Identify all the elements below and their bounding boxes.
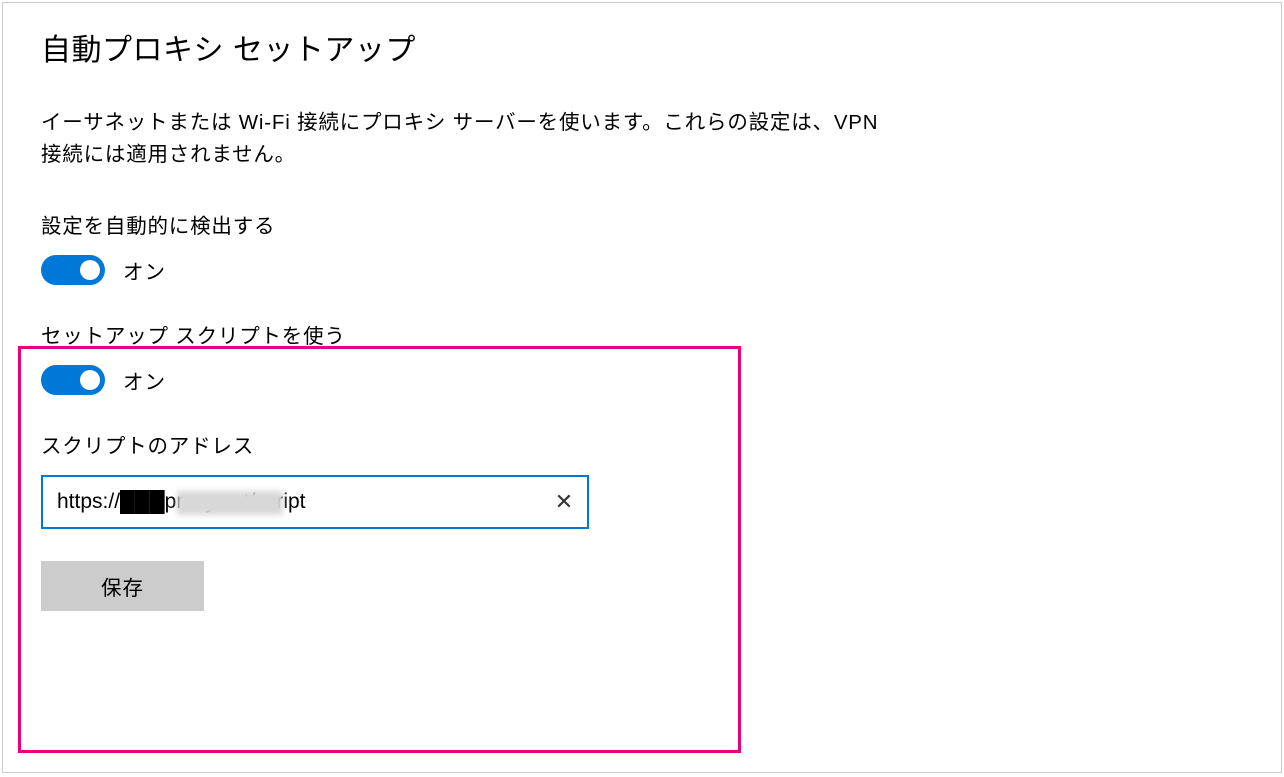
auto-detect-toggle[interactable]	[41, 255, 105, 285]
script-address-input-wrapper: ✕	[41, 475, 589, 529]
auto-detect-label: 設定を自動的に検出する	[41, 209, 1243, 239]
page-description: イーサネットまたは Wi-Fi 接続にプロキシ サーバーを使います。これらの設定…	[41, 107, 891, 171]
page-title: 自動プロキシ セットアップ	[41, 25, 1243, 69]
close-icon: ✕	[555, 489, 573, 515]
clear-input-button[interactable]: ✕	[541, 477, 587, 527]
use-script-state: オン	[123, 365, 166, 395]
script-address-label: スクリプトのアドレス	[41, 429, 1243, 459]
script-address-input[interactable]	[43, 477, 541, 527]
use-script-toggle[interactable]	[41, 365, 105, 395]
use-script-label: セットアップ スクリプトを使う	[41, 319, 1243, 349]
toggle-knob-icon	[80, 370, 100, 390]
use-script-section: セットアップ スクリプトを使う オン スクリプトのアドレス ✕ 保存	[41, 319, 1243, 611]
save-button[interactable]: 保存	[41, 561, 204, 611]
auto-detect-state: オン	[123, 255, 166, 285]
toggle-knob-icon	[80, 260, 100, 280]
settings-panel: 自動プロキシ セットアップ イーサネットまたは Wi-Fi 接続にプロキシ サー…	[2, 2, 1282, 773]
auto-detect-section: 設定を自動的に検出する オン	[41, 209, 1243, 285]
